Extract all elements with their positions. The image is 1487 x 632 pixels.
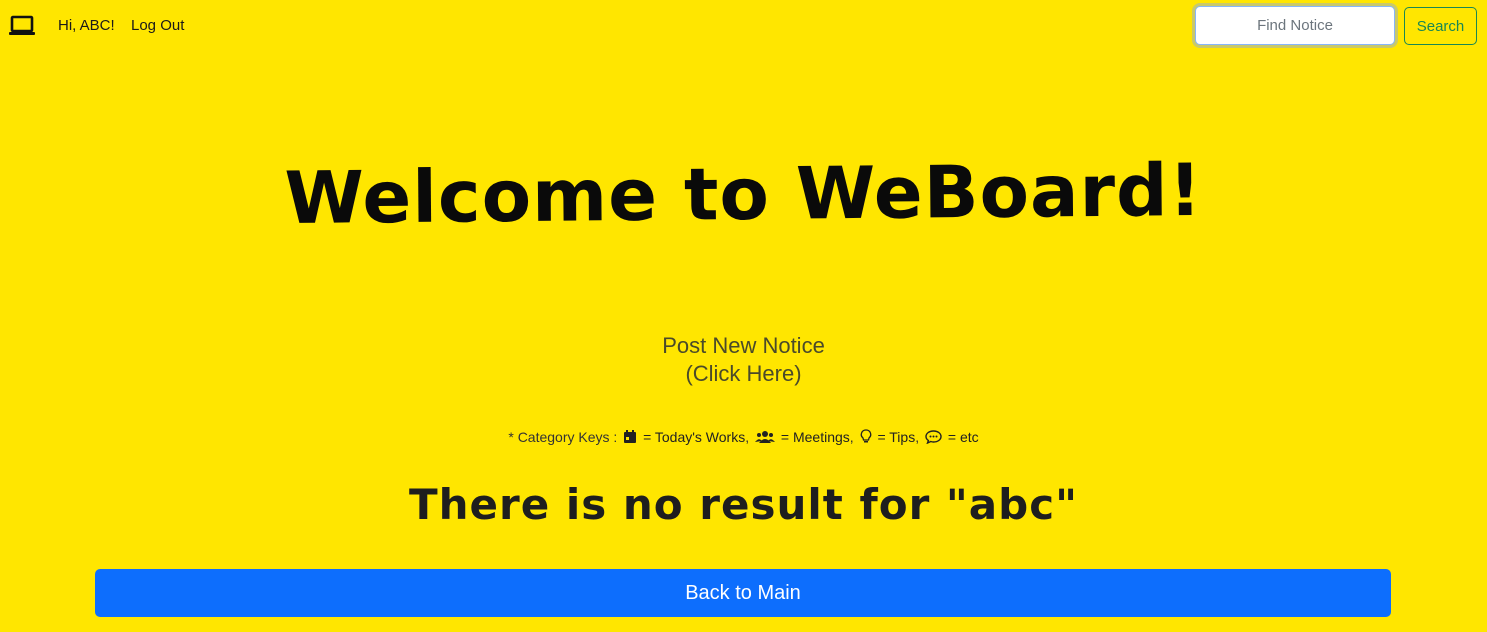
greeting-link[interactable]: Hi, ABC! — [58, 17, 115, 34]
search-button[interactable]: Search — [1404, 7, 1477, 45]
search-input[interactable] — [1195, 6, 1395, 45]
category-keys-prefix: * Category Keys : — [508, 429, 618, 445]
category-key-tips: = Tips — [877, 429, 916, 445]
back-to-main-button[interactable]: Back to Main — [95, 569, 1391, 617]
page-title: Welcome to WeBoard! — [284, 147, 1203, 241]
post-link-line2: (Click Here) — [685, 361, 802, 386]
lightbulb-icon — [860, 429, 871, 443]
comment-icon — [925, 430, 942, 444]
no-result-message: There is no result for "abc" — [409, 480, 1078, 529]
logout-link[interactable]: Log Out — [131, 17, 184, 34]
category-key-todays-works: = Today's Works — [643, 429, 746, 445]
calendar-icon — [624, 430, 637, 443]
category-key-etc: = etc — [947, 429, 979, 445]
laptop-icon[interactable] — [9, 15, 35, 37]
navbar: Hi, ABC! Log Out Search — [0, 0, 1487, 52]
category-keys: * Category Keys : = Today's Works, = Mee… — [508, 429, 979, 445]
post-new-notice-link[interactable]: Post New Notice (Click Here) — [0, 332, 1487, 388]
category-key-meetings: = Meetings — [780, 429, 850, 445]
post-link-line1: Post New Notice — [662, 333, 825, 358]
users-icon — [755, 431, 776, 443]
